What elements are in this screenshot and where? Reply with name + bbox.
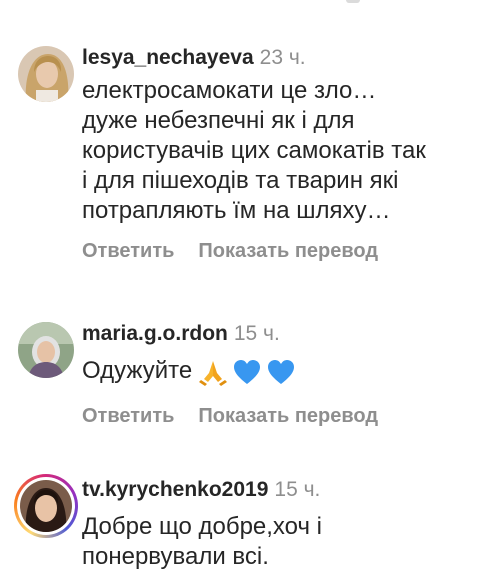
comment-timestamp: 23 ч. [259,46,306,69]
comment-header: lesya_nechayeva 23 ч. [82,44,486,72]
avatar[interactable] [18,46,74,102]
comment-text: Добре що добре,хоч і понервували всі. [82,512,486,572]
comment-header: maria.g.o.rdon 15 ч. [82,320,486,348]
comment-header: tv.kyrychenko2019 15 ч. [82,476,486,504]
comment-text-line: користувачів цих самокатів так [82,137,426,164]
avatar [20,480,72,532]
comment-timestamp: 15 ч. [233,322,280,345]
comment-text-line: Добре що добре,хоч і [82,513,322,540]
blue-heart-icon [268,359,295,384]
comment-text-line: Одужуйте [82,357,193,384]
comment-text: Одужуйте [82,356,486,387]
comment-actions: Ответить Показать перевод [82,238,486,264]
username-link[interactable]: tv.kyrychenko2019 [82,478,268,501]
avatar-story-ring[interactable] [14,474,78,538]
comment-actions: Ответить Показать перевод [82,403,486,429]
username-link[interactable]: maria.g.o.rdon [82,322,228,345]
comment-timestamp: 15 ч. [274,478,321,501]
comment-text-line: і для пішеходів та тварин які [82,167,399,194]
username-link[interactable]: lesya_nechayeva [82,46,254,69]
praying-hands-icon [199,360,228,386]
show-translation-button[interactable]: Показать перевод [198,240,378,262]
comment-text-line: понервували всі. [82,543,269,570]
comment-text: електросамокати це зло… дуже небезпечні … [82,76,486,226]
blue-heart-icon [234,359,261,384]
avatar[interactable] [18,322,74,378]
comment-text-line: електросамокати це зло… [82,77,377,104]
reply-button[interactable]: Ответить [82,405,174,427]
reply-button[interactable]: Ответить [82,240,174,262]
comment-text-line: дуже небезпечні як і для [82,107,355,134]
show-translation-button[interactable]: Показать перевод [198,405,378,427]
emoji-group [198,357,300,387]
scroll-edge-indicator [346,0,360,3]
comment-text-line: потрапляють їм на шляху… [82,197,391,224]
